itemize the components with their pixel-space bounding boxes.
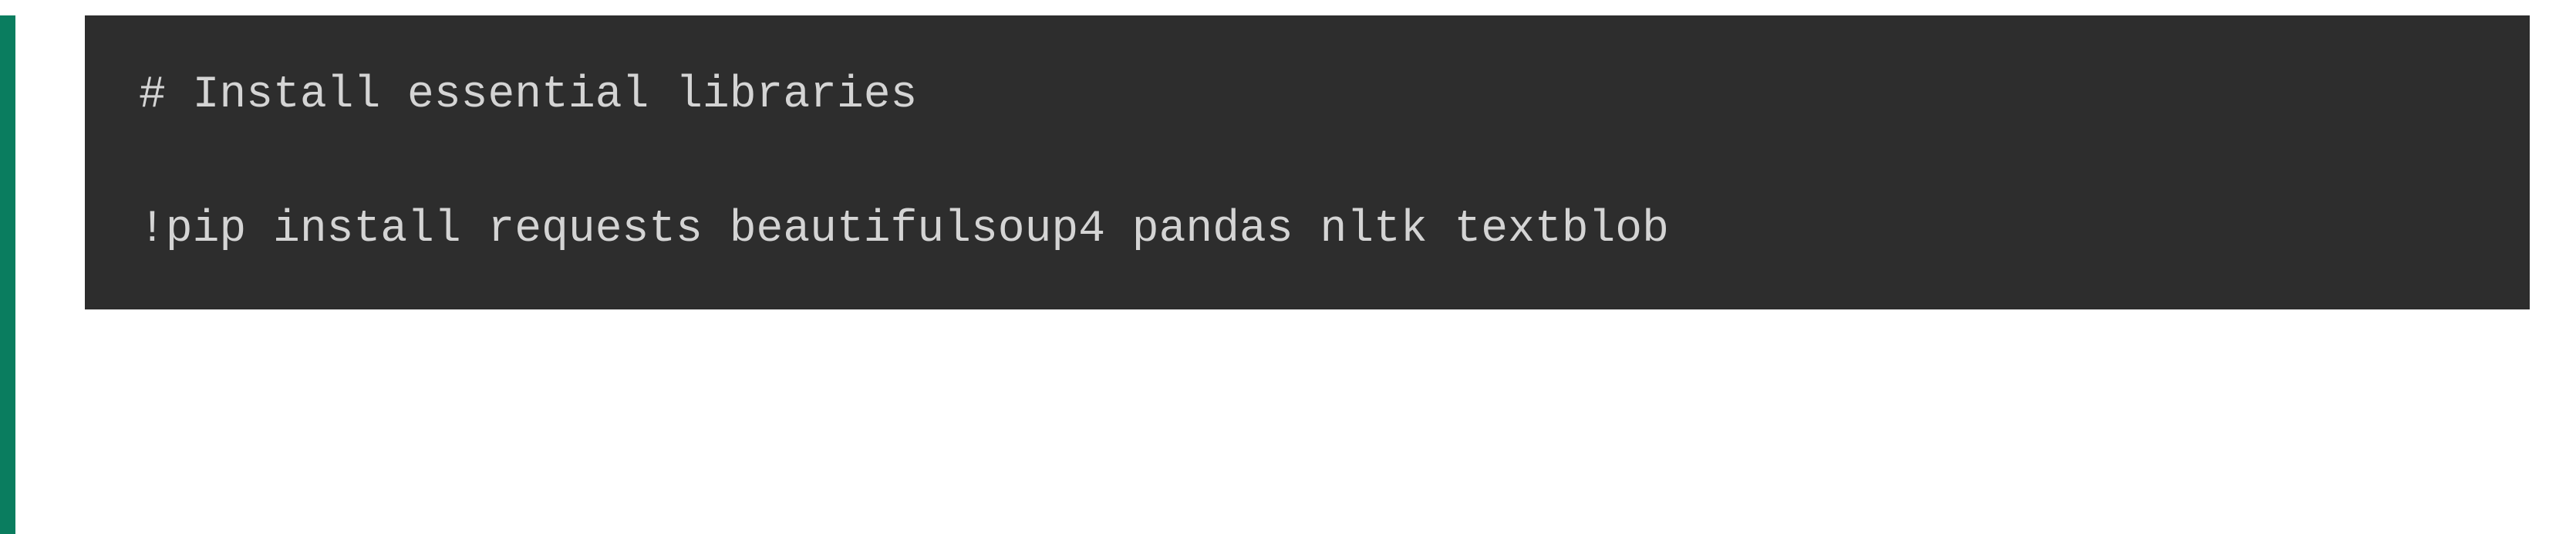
- code-line-command: !pip install requests beautifulsoup4 pan…: [139, 196, 2476, 263]
- code-line-comment: # Install essential libraries: [139, 62, 2476, 129]
- cell-content: # Install essential libraries !pip insta…: [15, 15, 2576, 534]
- code-line-blank: [139, 129, 2476, 196]
- cell-execution-indicator: [0, 15, 15, 534]
- code-editor[interactable]: # Install essential libraries !pip insta…: [85, 15, 2530, 309]
- notebook-cell: # Install essential libraries !pip insta…: [0, 0, 2576, 534]
